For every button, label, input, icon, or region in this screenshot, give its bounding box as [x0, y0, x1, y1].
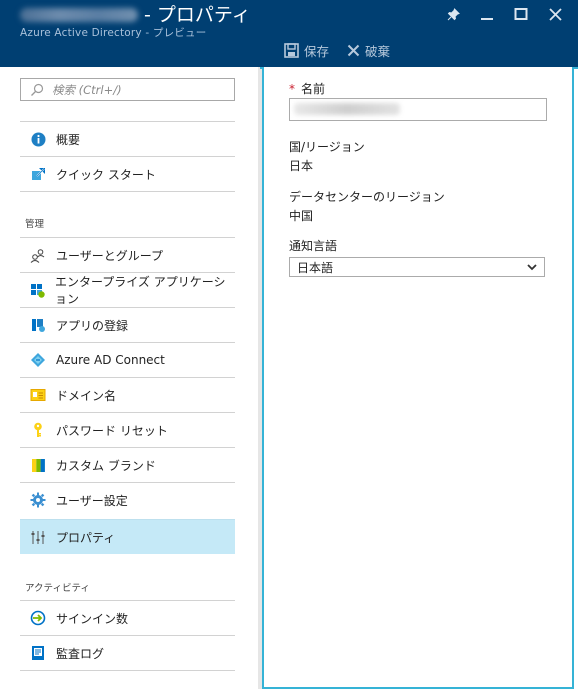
page-subtitle: Azure Active Directory - プレビュー [20, 27, 207, 39]
ad-connect-icon [30, 352, 46, 368]
sidebar-item-label: 監査ログ [56, 646, 105, 661]
sidebar-item-user-settings[interactable]: ユーザー設定 [20, 482, 235, 517]
info-icon [30, 131, 46, 147]
sidebar-item-label: ユーザー設定 [56, 493, 128, 508]
search-icon [31, 83, 44, 96]
close-icon[interactable] [538, 4, 572, 24]
enterprise-apps-icon [30, 282, 45, 298]
search-input[interactable] [52, 82, 212, 97]
language-label: 通知言語 [289, 239, 338, 253]
signin-icon [30, 610, 46, 626]
sidebar-item-label: サインイン数 [56, 611, 129, 626]
gear-icon [30, 492, 46, 508]
sidebar: 概要 クイック スタート 管理 ユーザーとグループ エンタープライズ アプリケー… [0, 67, 258, 689]
sidebar-item-custom-branding[interactable]: カスタム ブランド [20, 447, 235, 482]
branding-icon [30, 457, 46, 473]
sidebar-item-domain-names[interactable]: ドメイン名 [20, 377, 235, 412]
redacted-tenant-name [20, 8, 138, 22]
sidebar-item-users-groups[interactable]: ユーザーとグループ [20, 237, 235, 272]
command-bar: 保存 破棄 [284, 41, 408, 60]
sidebar-item-label: カスタム ブランド [56, 458, 156, 473]
sidebar-item-label: アプリの登録 [56, 318, 129, 333]
audit-log-icon [30, 645, 46, 661]
sidebar-item-password-reset[interactable]: パスワード リセット [20, 412, 235, 447]
section-label-activity: アクティビティ [25, 583, 90, 594]
sidebar-item-label: ドメイン名 [56, 388, 117, 403]
divider [20, 191, 235, 192]
sidebar-item-label: 概要 [56, 132, 81, 147]
datacenter-label: データセンターのリージョン [289, 190, 445, 204]
country-value: 日本 [289, 159, 314, 173]
sidebar-item-signins[interactable]: サインイン数 [20, 600, 235, 635]
save-icon [284, 43, 299, 58]
discard-button[interactable]: 破棄 [347, 41, 390, 60]
properties-panel: * 名前 国/リージョン 日本 データセンターのリージョン 中国 通知言語 日本語 [262, 67, 574, 689]
sidebar-item-label: パスワード リセット [56, 423, 168, 438]
window-controls [436, 4, 572, 24]
language-select[interactable]: 日本語 [289, 257, 545, 277]
sidebar-item-overview[interactable]: 概要 [20, 121, 235, 156]
chevron-down-icon [527, 263, 537, 270]
name-label: 名前 [301, 82, 326, 96]
sidebar-item-label: プロパティ [56, 530, 116, 545]
name-field-label: * 名前 [289, 80, 325, 97]
name-field[interactable] [289, 98, 547, 121]
users-icon [30, 247, 46, 263]
save-button[interactable]: 保存 [284, 41, 329, 60]
datacenter-value: 中国 [289, 209, 314, 223]
discard-icon [347, 44, 360, 57]
language-select-value: 日本語 [297, 260, 334, 275]
sidebar-item-label: ユーザーとグループ [56, 248, 164, 263]
sidebar-item-audit-logs[interactable]: 監査ログ [20, 635, 235, 670]
key-icon [30, 422, 46, 438]
discard-label: 破棄 [365, 44, 391, 59]
domain-icon [30, 387, 46, 403]
sidebar-item-properties[interactable]: プロパティ [20, 519, 235, 554]
maximize-icon[interactable] [504, 4, 538, 24]
country-label: 国/リージョン [289, 140, 365, 154]
search-box[interactable] [20, 78, 235, 101]
section-label-manage: 管理 [25, 219, 45, 230]
required-marker: * [289, 82, 295, 96]
app-registrations-icon [30, 317, 46, 333]
redacted-name-value [294, 103, 400, 115]
properties-icon [30, 529, 46, 545]
sidebar-item-quickstart[interactable]: クイック スタート [20, 156, 235, 191]
sidebar-item-ad-connect[interactable]: Azure AD Connect [20, 342, 235, 377]
sidebar-item-label: クイック スタート [56, 167, 156, 182]
sidebar-item-app-registrations[interactable]: アプリの登録 [20, 307, 235, 342]
sidebar-item-label: Azure AD Connect [56, 353, 165, 367]
pin-icon[interactable] [436, 4, 470, 24]
sidebar-item-enterprise-apps[interactable]: エンタープライズ アプリケーション [20, 272, 235, 307]
divider [20, 670, 235, 671]
blade-header: - プロパティ Azure Active Directory - プレビュー 保… [0, 0, 578, 67]
title-row: - プロパティ [20, 4, 251, 26]
save-label: 保存 [304, 44, 330, 59]
sidebar-item-label: エンタープライズ アプリケーション [55, 275, 226, 306]
minimize-icon[interactable] [470, 4, 504, 24]
quickstart-icon [30, 166, 46, 182]
page-title: - プロパティ [144, 4, 251, 26]
